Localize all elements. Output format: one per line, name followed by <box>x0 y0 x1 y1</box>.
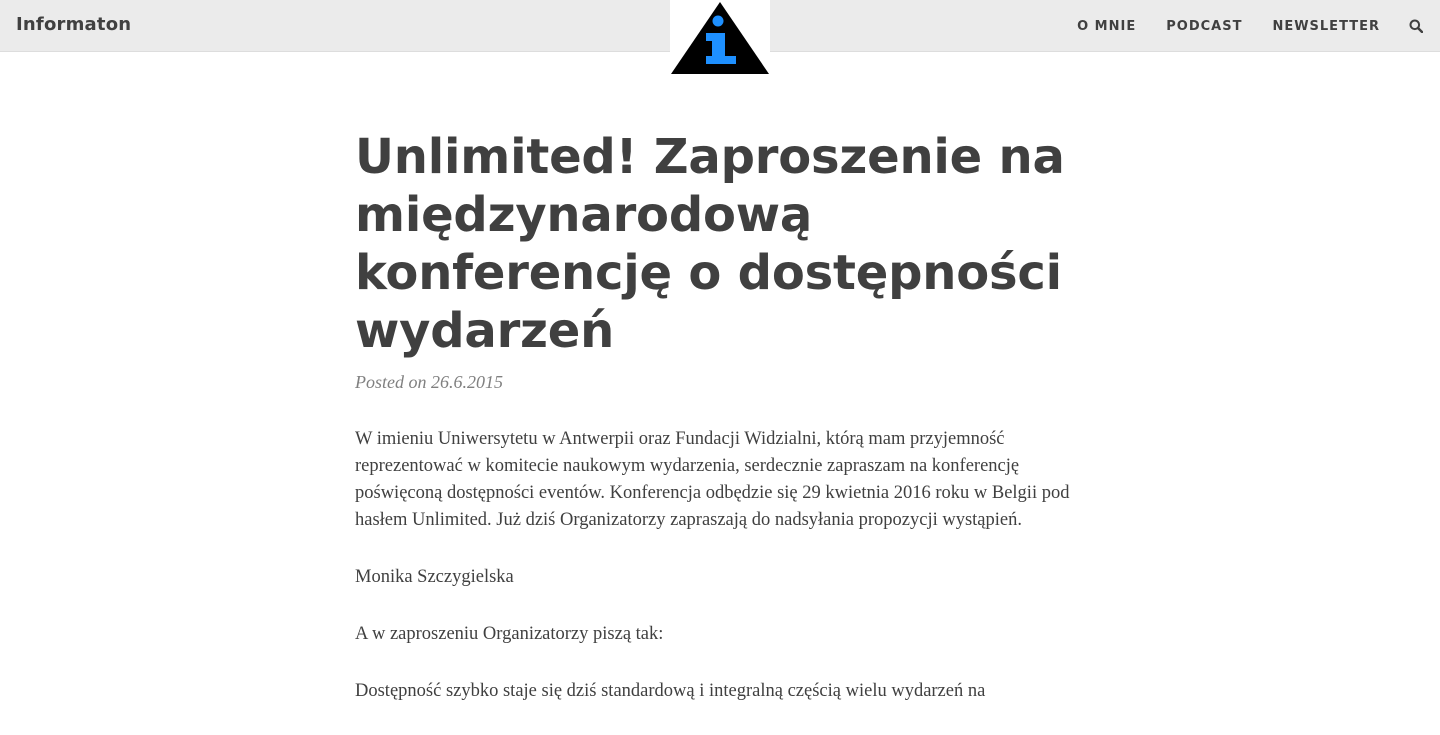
nav-link-podcast[interactable]: PODCAST <box>1166 19 1242 34</box>
post-meta: Posted on 26.6.2015 <box>355 372 503 392</box>
search-icon <box>1409 19 1423 33</box>
post-title: Unlimited! Zaproszenie na międzynarodową… <box>355 129 1065 359</box>
post-paragraph: W imieniu Uniwersytetu w Antwerpii oraz … <box>355 429 1070 530</box>
nav-link-newsletter[interactable]: NEWSLETTER <box>1272 19 1380 34</box>
search-button[interactable] <box>1408 18 1424 34</box>
navbar: Informaton O MNIE PODCAST NEWSLETTER <box>0 0 1440 75</box>
post: Unlimited! Zaproszenie na międzynarodową… <box>355 128 1085 735</box>
brand-link[interactable]: Informaton <box>16 14 131 35</box>
post-paragraph: A w zaproszeniu Organizatorzy piszą tak: <box>355 624 664 644</box>
post-paragraph: Dostępność szybko staje się dziś standar… <box>355 681 986 701</box>
main-nav: O MNIE PODCAST NEWSLETTER <box>1077 0 1440 52</box>
post-body: W imieniu Uniwersytetu w Antwerpii oraz … <box>355 426 1085 705</box>
info-triangle-icon <box>671 2 769 74</box>
nav-link-o-mnie[interactable]: O MNIE <box>1077 19 1136 34</box>
post-paragraph: Monika Szczygielska <box>355 567 514 587</box>
site-logo[interactable] <box>670 0 770 75</box>
